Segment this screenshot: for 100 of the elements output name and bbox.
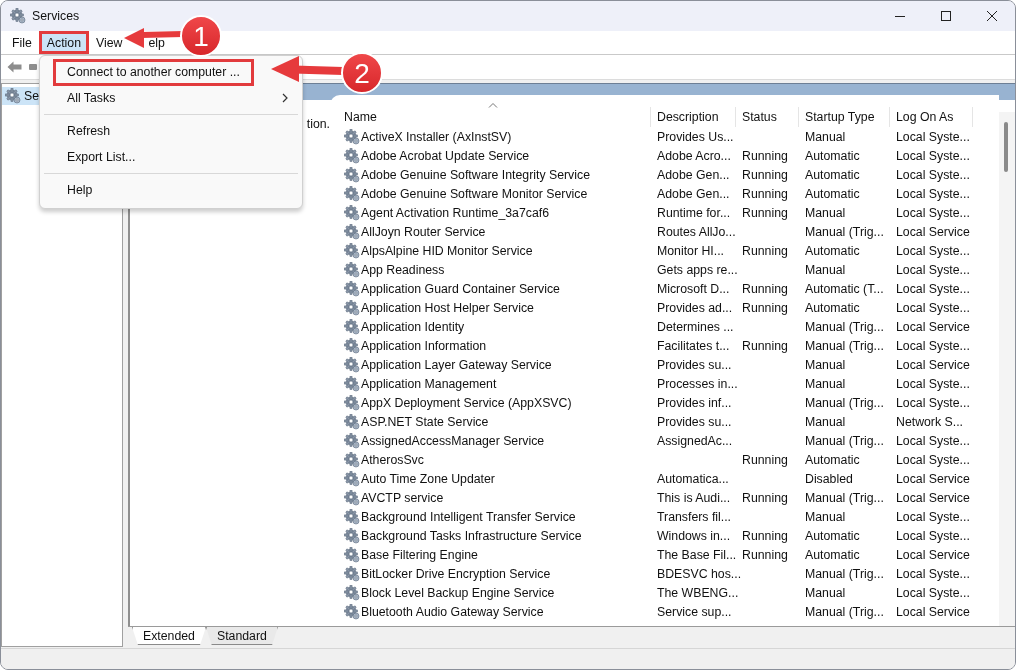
table-cell: Provides su... [657,357,732,372]
service-name: Application Information [361,338,487,353]
service-name: Block Level Backup Engine Service [361,585,555,600]
gear-icon [344,394,360,411]
gear-icon [344,451,360,468]
service-name: Adobe Genuine Software Integrity Service [361,167,590,182]
table-cell: Running [742,148,788,163]
view-tab[interactable]: Standard [205,627,278,645]
service-name: Background Tasks Infrastructure Service [361,528,582,543]
table-cell: Manual (Trig... [805,395,884,410]
table-cell: Manual (Trig... [805,604,884,619]
service-name: App Readiness [361,262,445,277]
table-cell: Manual (Trig... [805,566,884,581]
table-cell: Automatic [805,452,860,467]
table-cell: Microsoft D... [657,281,730,296]
column-header[interactable]: Status [736,107,799,127]
table-cell: Running [742,490,788,505]
table-cell: Manual [805,509,846,524]
table-cell: AssignedAc... [657,433,733,448]
step-number-badge: 2 [341,52,383,94]
table-cell: Local Syste... [896,148,970,163]
gear-icon [344,413,360,430]
table-cell: Local Service [896,224,970,239]
menu-item[interactable]: View [89,31,130,54]
table-cell: Adobe Gen... [657,186,730,201]
menu-option[interactable]: Refresh [40,118,302,144]
chevron-right-icon [282,93,288,103]
table-cell: Running [742,528,788,543]
table-cell: Provides su... [657,414,732,429]
table-cell: Windows in... [657,528,731,543]
gear-icon [344,375,360,392]
step-number-badge: 1 [180,15,222,57]
table-cell: Local Syste... [896,338,970,353]
table-cell: Local Service [896,471,970,486]
scrollbar-thumb[interactable] [1004,122,1008,172]
gear-icon [344,280,360,297]
menu-item[interactable]: elp [146,31,172,54]
gear-icon [5,88,21,104]
table-cell: Transfers fil... [657,509,732,524]
table-cell: Running [742,300,788,315]
menu-option[interactable]: Help [40,177,302,203]
table-cell: Local Syste... [896,129,970,144]
back-arrow-icon[interactable] [6,59,23,75]
gear-icon [344,166,360,183]
table-cell: Local Syste... [896,566,970,581]
scrollbar[interactable] [999,112,1015,626]
column-header[interactable]: Startup Type [799,107,890,127]
menu-option[interactable]: All Tasks [40,85,302,111]
menu-item[interactable]: File [5,31,39,54]
table-cell: Determines ... [657,319,734,334]
table-cell: Running [742,281,788,296]
service-name: ActiveX Installer (AxInstSV) [361,129,512,144]
service-name: AppX Deployment Service (AppXSVC) [361,395,572,410]
service-name: Application Management [361,376,497,391]
gear-icon [344,299,360,316]
table-cell: Manual [805,129,846,144]
menu-option[interactable]: Export List... [40,144,302,170]
gear-icon [344,318,360,335]
gear-icon [344,470,360,487]
table-cell: Local Service [896,319,970,334]
gear-icon [344,527,360,544]
table-cell: Manual [805,376,846,391]
table-cell: Provides Us... [657,129,734,144]
column-header[interactable]: Description [651,107,736,127]
service-name: Auto Time Zone Updater [361,471,495,486]
close-icon [986,10,998,22]
toolbar-icon[interactable] [29,63,37,71]
table-cell: Automatic [805,547,860,562]
service-name: Base Filtering Engine [361,547,478,562]
gear-icon [344,242,360,259]
table-cell: Routes AllJo... [657,224,736,239]
table-cell: Manual (Trig... [805,224,884,239]
table-cell: Local Syste... [896,281,970,296]
table-cell: Local Syste... [896,243,970,258]
table-cell: Local Syste... [896,433,970,448]
table-cell: This is Audi... [657,490,731,505]
table-cell: Local Syste... [896,376,970,391]
table-cell: Manual [805,414,846,429]
view-tab[interactable]: Extended [132,627,206,645]
menu-item[interactable]: Action [38,31,89,54]
description-text: tion. [306,117,330,131]
table-cell: The Base Fil... [657,547,737,562]
table-cell: Gets apps re... [657,262,738,277]
table-cell: Local Service [896,490,970,505]
service-name: Application Identity [361,319,465,334]
service-name: AVCTP service [361,490,444,505]
column-header[interactable]: Name [344,107,651,127]
table-cell: Manual (Trig... [805,433,884,448]
table-cell: Running [742,167,788,182]
column-header[interactable]: Log On As [890,107,973,127]
table-cell: Automatica... [657,471,729,486]
table-cell: Manual [805,585,846,600]
gear-icon [344,147,360,164]
gear-icon [344,223,360,240]
table-cell: Automatic [805,148,860,163]
service-name: Adobe Acrobat Update Service [361,148,530,163]
gear-icon [344,508,360,525]
table-cell: Local Service [896,547,970,562]
table-cell: Running [742,338,788,353]
table-cell: Adobe Acro... [657,148,731,163]
